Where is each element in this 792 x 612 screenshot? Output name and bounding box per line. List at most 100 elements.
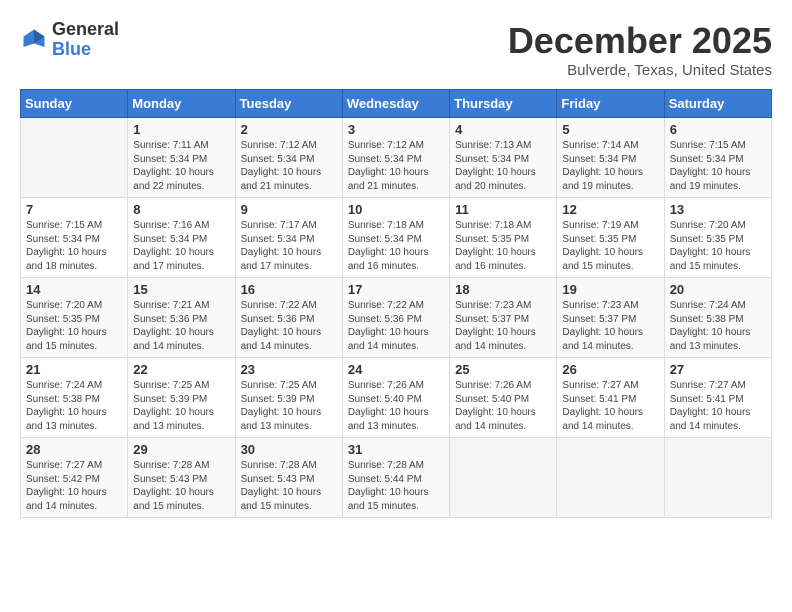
calendar-cell — [21, 118, 128, 198]
day-number: 23 — [241, 362, 337, 377]
calendar-week-row: 28 Sunrise: 7:27 AM Sunset: 5:42 PM Dayli… — [21, 438, 772, 518]
calendar-weekday-header: Sunday — [21, 90, 128, 118]
calendar-cell: 3Sunrise: 7:12 AM Sunset: 5:34 PM Daylig… — [342, 118, 449, 198]
cell-info: Sunrise: 7:26 AM Sunset: 5:40 PM Dayligh… — [348, 379, 444, 433]
calendar-cell — [557, 438, 664, 518]
calendar-cell: 16 Sunrise: 7:22 AM Sunset: 5:36 PM Dayli… — [235, 278, 342, 358]
cell-info: Sunrise: 7:16 AM Sunset: 5:34 PM Dayligh… — [133, 219, 229, 273]
cell-info: Sunrise: 7:17 AM Sunset: 5:34 PM Dayligh… — [241, 219, 337, 273]
cell-info: Sunrise: 7:18 AM Sunset: 5:35 PM Dayligh… — [455, 219, 551, 273]
cell-info: Sunrise: 7:27 AM Sunset: 5:41 PM Dayligh… — [562, 379, 658, 433]
cell-info: Sunrise: 7:15 AM Sunset: 5:34 PM Dayligh… — [26, 219, 122, 273]
calendar-cell: 20 Sunrise: 7:24 AM Sunset: 5:38 PM Dayli… — [664, 278, 771, 358]
calendar-cell: 25 Sunrise: 7:26 AM Sunset: 5:40 PM Dayli… — [450, 358, 557, 438]
cell-info: Sunrise: 7:15 AM Sunset: 5:34 PM Dayligh… — [670, 139, 766, 193]
cell-info: Sunrise: 7:12 AM Sunset: 5:34 PM Dayligh… — [348, 139, 444, 193]
day-number: 14 — [26, 282, 122, 297]
day-number: 13 — [670, 202, 766, 217]
calendar-cell: 10Sunrise: 7:18 AM Sunset: 5:34 PM Dayli… — [342, 198, 449, 278]
day-number: 8 — [133, 202, 229, 217]
cell-info: Sunrise: 7:19 AM Sunset: 5:35 PM Dayligh… — [562, 219, 658, 273]
calendar-cell: 28 Sunrise: 7:27 AM Sunset: 5:42 PM Dayli… — [21, 438, 128, 518]
month-title: December 2025 — [508, 20, 772, 62]
cell-info: Sunrise: 7:23 AM Sunset: 5:37 PM Dayligh… — [455, 299, 551, 353]
day-number: 17 — [348, 282, 444, 297]
day-number: 15 — [133, 282, 229, 297]
day-number: 20 — [670, 282, 766, 297]
calendar-cell: 18 Sunrise: 7:23 AM Sunset: 5:37 PM Dayli… — [450, 278, 557, 358]
logo-blue-text: Blue — [52, 40, 119, 60]
calendar-cell: 2 Sunrise: 7:12 AM Sunset: 5:34 PM Daylig… — [235, 118, 342, 198]
day-number: 16 — [241, 282, 337, 297]
calendar-cell: 6 Sunrise: 7:15 AM Sunset: 5:34 PM Daylig… — [664, 118, 771, 198]
calendar-weekday-header: Wednesday — [342, 90, 449, 118]
title-block: December 2025 Bulverde, Texas, United St… — [508, 20, 772, 79]
calendar-weekday-header: Tuesday — [235, 90, 342, 118]
cell-info: Sunrise: 7:28 AM Sunset: 5:43 PM Dayligh… — [133, 459, 229, 513]
day-number: 1 — [133, 122, 229, 137]
calendar-weekday-header: Thursday — [450, 90, 557, 118]
logo-general-text: General — [52, 20, 119, 40]
cell-info: Sunrise: 7:24 AM Sunset: 5:38 PM Dayligh… — [670, 299, 766, 353]
calendar-cell: 29 Sunrise: 7:28 AM Sunset: 5:43 PM Dayli… — [128, 438, 235, 518]
calendar-weekday-header: Monday — [128, 90, 235, 118]
day-number: 24 — [348, 362, 444, 377]
cell-info: Sunrise: 7:21 AM Sunset: 5:36 PM Dayligh… — [133, 299, 229, 353]
cell-info: Sunrise: 7:22 AM Sunset: 5:36 PM Dayligh… — [241, 299, 337, 353]
cell-info: Sunrise: 7:25 AM Sunset: 5:39 PM Dayligh… — [133, 379, 229, 433]
day-number: 26 — [562, 362, 658, 377]
cell-info: Sunrise: 7:27 AM Sunset: 5:41 PM Dayligh… — [670, 379, 766, 433]
calendar-cell: 21Sunrise: 7:24 AM Sunset: 5:38 PM Dayli… — [21, 358, 128, 438]
cell-info: Sunrise: 7:11 AM Sunset: 5:34 PM Dayligh… — [133, 139, 229, 193]
cell-info: Sunrise: 7:23 AM Sunset: 5:37 PM Dayligh… — [562, 299, 658, 353]
cell-info: Sunrise: 7:20 AM Sunset: 5:35 PM Dayligh… — [670, 219, 766, 273]
calendar-cell: 17Sunrise: 7:22 AM Sunset: 5:36 PM Dayli… — [342, 278, 449, 358]
calendar-header-row: SundayMondayTuesdayWednesdayThursdayFrid… — [21, 90, 772, 118]
logo-icon — [20, 26, 48, 54]
calendar-cell — [664, 438, 771, 518]
calendar-week-row: 14 Sunrise: 7:20 AM Sunset: 5:35 PM Dayli… — [21, 278, 772, 358]
day-number: 7 — [26, 202, 122, 217]
day-number: 25 — [455, 362, 551, 377]
calendar-week-row: 1 Sunrise: 7:11 AM Sunset: 5:34 PM Daylig… — [21, 118, 772, 198]
calendar-cell: 11 Sunrise: 7:18 AM Sunset: 5:35 PM Dayli… — [450, 198, 557, 278]
day-number: 30 — [241, 442, 337, 457]
calendar-cell: 24 Sunrise: 7:26 AM Sunset: 5:40 PM Dayli… — [342, 358, 449, 438]
calendar-weekday-header: Saturday — [664, 90, 771, 118]
location: Bulverde, Texas, United States — [508, 62, 772, 79]
day-number: 4 — [455, 122, 551, 137]
cell-info: Sunrise: 7:27 AM Sunset: 5:42 PM Dayligh… — [26, 459, 122, 513]
day-number: 6 — [670, 122, 766, 137]
cell-info: Sunrise: 7:12 AM Sunset: 5:34 PM Dayligh… — [241, 139, 337, 193]
cell-info: Sunrise: 7:20 AM Sunset: 5:35 PM Dayligh… — [26, 299, 122, 353]
calendar-cell: 12Sunrise: 7:19 AM Sunset: 5:35 PM Dayli… — [557, 198, 664, 278]
calendar-cell — [450, 438, 557, 518]
calendar-table: SundayMondayTuesdayWednesdayThursdayFrid… — [20, 89, 772, 518]
calendar-cell: 23Sunrise: 7:25 AM Sunset: 5:39 PM Dayli… — [235, 358, 342, 438]
calendar-week-row: 7 Sunrise: 7:15 AM Sunset: 5:34 PM Daylig… — [21, 198, 772, 278]
calendar-cell: 27 Sunrise: 7:27 AM Sunset: 5:41 PM Dayli… — [664, 358, 771, 438]
day-number: 31 — [348, 442, 444, 457]
calendar-cell: 1 Sunrise: 7:11 AM Sunset: 5:34 PM Daylig… — [128, 118, 235, 198]
calendar-cell: 14 Sunrise: 7:20 AM Sunset: 5:35 PM Dayli… — [21, 278, 128, 358]
cell-info: Sunrise: 7:28 AM Sunset: 5:43 PM Dayligh… — [241, 459, 337, 513]
cell-info: Sunrise: 7:26 AM Sunset: 5:40 PM Dayligh… — [455, 379, 551, 433]
calendar-cell: 30 Sunrise: 7:28 AM Sunset: 5:43 PM Dayli… — [235, 438, 342, 518]
calendar-cell: 5Sunrise: 7:14 AM Sunset: 5:34 PM Daylig… — [557, 118, 664, 198]
logo: General Blue — [20, 20, 119, 60]
page-header: General Blue December 2025 Bulverde, Tex… — [20, 20, 772, 79]
day-number: 9 — [241, 202, 337, 217]
day-number: 18 — [455, 282, 551, 297]
calendar-cell: 26 Sunrise: 7:27 AM Sunset: 5:41 PM Dayli… — [557, 358, 664, 438]
day-number: 27 — [670, 362, 766, 377]
day-number: 2 — [241, 122, 337, 137]
calendar-cell: 7 Sunrise: 7:15 AM Sunset: 5:34 PM Daylig… — [21, 198, 128, 278]
day-number: 29 — [133, 442, 229, 457]
cell-info: Sunrise: 7:14 AM Sunset: 5:34 PM Dayligh… — [562, 139, 658, 193]
day-number: 22 — [133, 362, 229, 377]
day-number: 28 — [26, 442, 122, 457]
calendar-cell: 19Sunrise: 7:23 AM Sunset: 5:37 PM Dayli… — [557, 278, 664, 358]
calendar-cell: 31Sunrise: 7:28 AM Sunset: 5:44 PM Dayli… — [342, 438, 449, 518]
calendar-week-row: 21Sunrise: 7:24 AM Sunset: 5:38 PM Dayli… — [21, 358, 772, 438]
day-number: 11 — [455, 202, 551, 217]
